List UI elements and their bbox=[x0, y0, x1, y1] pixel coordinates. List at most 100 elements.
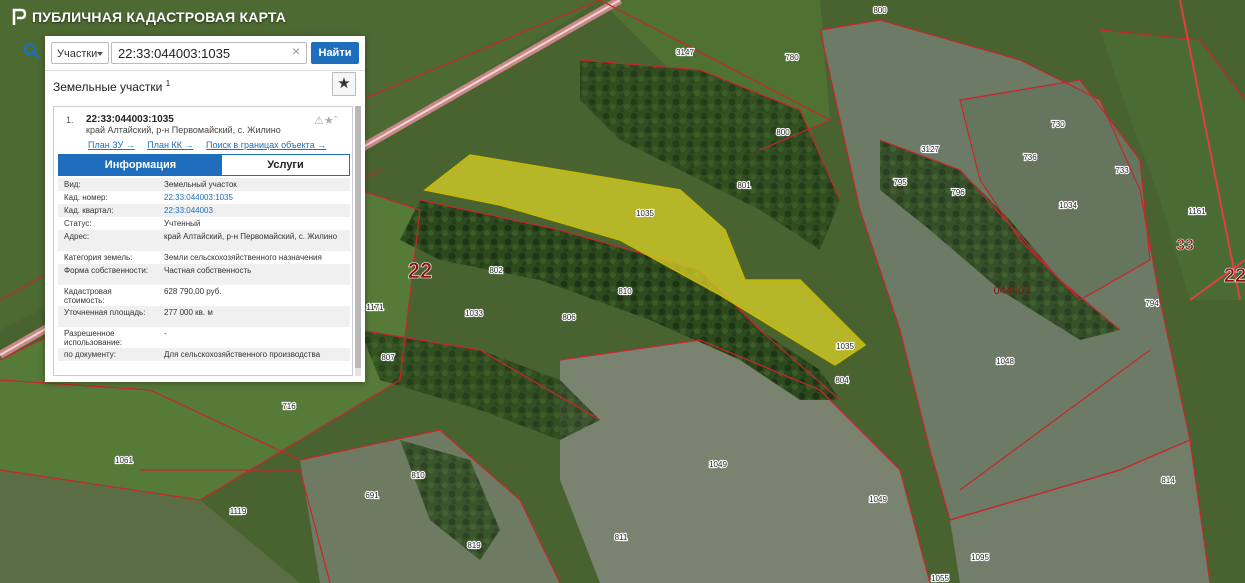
section-title-text: Земельные участки bbox=[53, 80, 163, 94]
parcel-label[interactable]: 1061 bbox=[114, 455, 135, 466]
search-panel: Участки × Найти Земельные участки 1 ★ 1.… bbox=[23, 36, 365, 382]
tab-information[interactable]: Информация bbox=[59, 155, 222, 175]
close-icon[interactable]: × bbox=[292, 43, 300, 59]
result-scrollbar[interactable] bbox=[355, 106, 361, 376]
parcel-label[interactable]: 3147 bbox=[675, 47, 696, 58]
parcel-label[interactable]: 691 bbox=[364, 490, 380, 501]
parcel-label[interactable]: 814 bbox=[1160, 475, 1176, 486]
property-row: Вид: Земельный участок bbox=[58, 178, 350, 191]
parcel-label[interactable]: 801 bbox=[736, 180, 752, 191]
favorite-button[interactable]: ★ bbox=[332, 72, 356, 96]
link-search-in-bounds[interactable]: Поиск в границах объекта → bbox=[206, 140, 326, 150]
parcel-label[interactable]: 730 bbox=[1050, 119, 1066, 130]
property-label: Категория земель: bbox=[64, 253, 133, 262]
property-row: Кад. номер: 22:33:044003:1035 bbox=[58, 191, 350, 204]
parcel-label[interactable]: 810 bbox=[617, 286, 633, 297]
parcel-label[interactable]: 1055 bbox=[930, 573, 951, 583]
section-header: Земельные участки 1 bbox=[45, 70, 365, 101]
result-tools: ⚠★ˆ bbox=[314, 114, 337, 127]
result-tabs: Информация Услуги bbox=[58, 154, 350, 176]
warning-icon[interactable]: ⚠ bbox=[314, 115, 324, 127]
property-label: по документу: bbox=[64, 350, 116, 359]
property-value[interactable]: 22:33:044003:1035 bbox=[164, 193, 346, 202]
property-label: Форма собственности: bbox=[64, 266, 149, 275]
parcel-label[interactable]: 733 bbox=[1114, 165, 1130, 176]
top-bar: ПУБЛИЧНАЯ КАДАСТРОВАЯ КАРТА bbox=[0, 0, 1245, 34]
parcel-label[interactable]: 1171 bbox=[365, 302, 385, 313]
scrollbar-thumb[interactable] bbox=[355, 106, 361, 368]
chevron-down-icon bbox=[97, 52, 103, 56]
parcel-label[interactable]: 806 bbox=[561, 312, 577, 323]
property-label: Уточненная площадь: bbox=[64, 308, 146, 317]
property-label: Кад. номер: bbox=[64, 193, 108, 202]
parcel-label[interactable]: 804 bbox=[834, 375, 850, 386]
property-value[interactable]: 22:33:044003 bbox=[164, 206, 346, 215]
parcel-label[interactable]: 807 bbox=[380, 352, 396, 363]
tab-services[interactable]: Услуги bbox=[222, 155, 349, 175]
district-label: 22 bbox=[408, 258, 432, 283]
property-label: Кад. квартал: bbox=[64, 206, 114, 215]
section-count: 1 bbox=[165, 79, 171, 88]
parcel-label[interactable]: 1119 bbox=[229, 506, 248, 517]
parcel-label[interactable]: 780 bbox=[784, 52, 800, 63]
search-input[interactable] bbox=[111, 42, 307, 64]
search-row: Участки × Найти bbox=[23, 36, 365, 66]
property-row: Форма собственности: Частная собственност… bbox=[58, 264, 350, 285]
parcel-label[interactable]: 3127 bbox=[920, 144, 941, 155]
property-value: - bbox=[164, 329, 167, 338]
parcel-label[interactable]: 811 bbox=[614, 532, 630, 543]
property-value: Для сельскохозяйственного производства bbox=[164, 350, 321, 359]
star-icon: ★ bbox=[337, 75, 351, 92]
parcel-label[interactable]: 1033 bbox=[464, 308, 485, 319]
parcel-label[interactable]: 716 bbox=[281, 401, 297, 412]
property-row: Статус: Учтенный bbox=[58, 217, 350, 230]
property-label: Кадастровая стоимость: bbox=[64, 287, 112, 305]
logo-icon bbox=[12, 8, 26, 25]
property-row: по документу: Для сельскохозяйственного п… bbox=[58, 348, 350, 361]
property-value: 277 000 кв. м bbox=[164, 308, 213, 317]
result-address: край Алтайский, р-н Первомайский, с. Жил… bbox=[86, 125, 281, 135]
parcel-label[interactable]: 819 bbox=[466, 540, 482, 551]
parcel-label[interactable]: 1048 bbox=[995, 356, 1016, 367]
parcel-label[interactable]: 795 bbox=[892, 177, 908, 188]
app-title: ПУБЛИЧНАЯ КАДАСТРОВАЯ КАРТА bbox=[32, 9, 287, 25]
result-card[interactable]: 1. 22:33:044003:1035 край Алтайский, р-н… bbox=[53, 106, 353, 376]
parcel-label[interactable]: 1034 bbox=[1058, 200, 1079, 211]
parcel-label[interactable]: 736 bbox=[1022, 152, 1038, 163]
star-outline-icon[interactable]: ★ bbox=[324, 115, 334, 127]
parcel-label[interactable]: 796 bbox=[950, 187, 966, 198]
chevron-up-icon[interactable]: ˆ bbox=[334, 115, 338, 127]
property-value: Учтенный bbox=[164, 219, 201, 228]
parcel-label[interactable]: 1095 bbox=[970, 552, 991, 563]
result-cadastral-number: 22:33:044003:1035 bbox=[86, 114, 174, 125]
parcel-label[interactable]: 1035 bbox=[635, 208, 656, 219]
parcel-label[interactable]: 800 bbox=[775, 127, 791, 138]
link-plan-zu[interactable]: План ЗУ → bbox=[88, 140, 135, 150]
property-value: Частная собственность bbox=[164, 266, 252, 275]
result-number: 1. bbox=[66, 115, 74, 125]
property-value: край Алтайский, р-н Первомайский, с. Жил… bbox=[164, 232, 338, 241]
property-row: Разрешенное использование: - bbox=[58, 327, 350, 348]
search-icon[interactable] bbox=[23, 42, 41, 60]
parcel-label[interactable]: 1049 bbox=[708, 459, 729, 470]
quarter-label: 044003 bbox=[994, 285, 1031, 297]
property-label: Вид: bbox=[64, 180, 81, 189]
property-row: Уточненная площадь: 277 000 кв. м bbox=[58, 306, 350, 327]
district-label: 22 bbox=[1224, 265, 1245, 287]
property-row: Категория земель: Земли сельскохозяйствен… bbox=[58, 251, 350, 264]
parcel-label[interactable]: 1035 bbox=[835, 341, 856, 352]
parcel-label[interactable]: 810 bbox=[410, 470, 426, 481]
property-row: Кад. квартал: 22:33:044003 bbox=[58, 204, 350, 217]
search-type-value: Участки bbox=[57, 48, 98, 60]
parcel-label[interactable]: 802 bbox=[488, 265, 504, 276]
parcel-label[interactable]: 794 bbox=[1144, 298, 1160, 309]
parcel-label[interactable]: 1049 bbox=[868, 494, 889, 505]
property-label: Разрешенное использование: bbox=[64, 329, 123, 347]
property-label: Адрес: bbox=[64, 232, 90, 241]
link-plan-kk[interactable]: План КК → bbox=[147, 140, 193, 150]
result-links: План ЗУ → План КК → Поиск в границах объ… bbox=[88, 140, 336, 150]
search-type-select[interactable]: Участки bbox=[51, 42, 109, 64]
property-row: Адрес: край Алтайский, р-н Первомайский, … bbox=[58, 230, 350, 251]
find-button[interactable]: Найти bbox=[311, 42, 359, 64]
parcel-label[interactable]: 1161 bbox=[1187, 206, 1207, 217]
